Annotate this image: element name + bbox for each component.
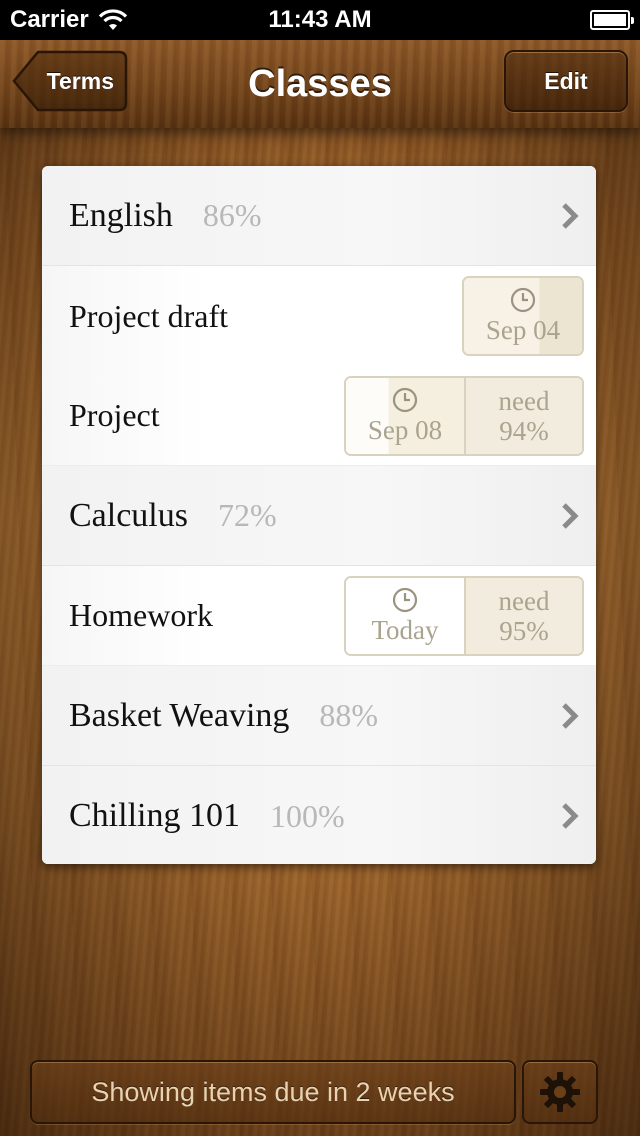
carrier-label: Carrier [10,6,89,33]
clock-icon [510,287,536,313]
classes-list: English 86% Project draft Sep 04 Project [42,166,596,864]
class-name: Chilling 101 [69,797,240,834]
need-value: 94% [499,416,549,446]
clock-icon [392,587,418,613]
item-row-homework[interactable]: Homework Today need 95% [42,566,596,666]
need-label: need [498,586,550,616]
clock-icon [392,387,418,413]
class-row-english[interactable]: English 86% [42,166,596,266]
class-row-calculus[interactable]: Calculus 72% [42,466,596,566]
item-name: Homework [69,597,213,633]
back-button-terms[interactable]: Terms [12,50,128,112]
back-button-label: Terms [46,67,114,94]
battery-icon [590,10,634,30]
settings-button[interactable] [522,1060,598,1124]
class-row-chilling-101[interactable]: Chilling 101 100% [42,766,596,864]
chevron-right-icon [562,703,579,729]
item-name: Project draft [69,297,229,334]
chevron-right-icon [562,203,579,229]
need-grade: need 95% [464,578,582,654]
nav-bar: Classes Terms Edit [0,40,640,128]
class-grade: 100% [269,797,345,834]
class-grade: 88% [319,697,379,733]
battery-fill [594,14,626,26]
item-name: Project [69,397,160,433]
due-date: Sep 08 [346,378,464,454]
gear-icon [540,1072,580,1112]
due-badge: Sep 08 need 94% [344,376,584,456]
item-row-project[interactable]: Project Sep 08 need 94% [42,366,596,466]
item-row-project-draft[interactable]: Project draft Sep 04 [42,266,596,366]
edit-button[interactable]: Edit [504,50,628,112]
need-grade: need 94% [464,378,582,454]
due-badge: Today need 95% [344,576,584,656]
class-name: English [69,196,173,234]
status-left: Carrier [10,6,129,34]
class-name: Basket Weaving [69,696,290,734]
due-badge: Sep 04 [462,276,584,356]
class-grade: 86% [202,197,262,233]
need-value: 95% [499,616,549,646]
due-filter-button[interactable]: Showing items due in 2 weeks [30,1060,516,1124]
due-date: Today [346,578,464,654]
chevron-right-icon [562,503,579,529]
due-date-text: Today [371,615,439,645]
class-name: Calculus [69,496,188,534]
status-bar: Carrier 11:43 AM [0,0,640,40]
chevron-right-icon [562,803,579,829]
class-row-basket-weaving[interactable]: Basket Weaving 88% [42,666,596,766]
due-date-text: Sep 08 [367,415,443,445]
class-grade: 72% [217,497,277,533]
need-label: need [498,386,550,416]
due-date: Sep 04 [464,278,582,354]
due-date-text: Sep 04 [485,315,561,345]
wifi-icon [98,9,127,30]
